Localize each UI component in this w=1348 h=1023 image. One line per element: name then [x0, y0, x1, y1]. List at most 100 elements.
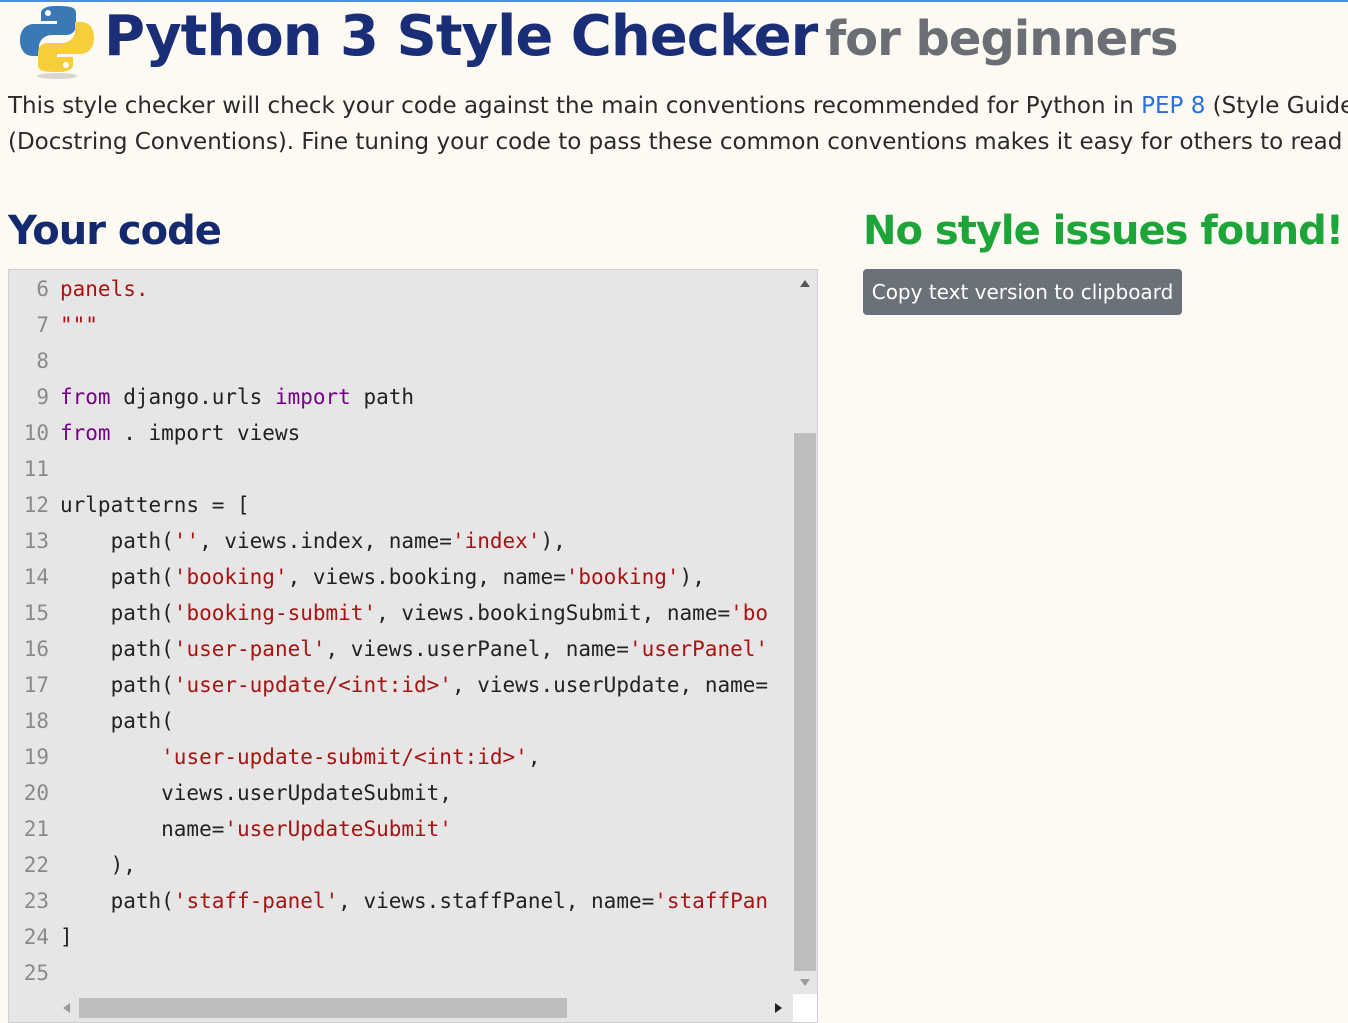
intro-line-1: This style checker will check your code … [8, 88, 1348, 124]
your-code-heading: Your code [8, 208, 222, 254]
horizontal-scrollbar-thumb[interactable] [79, 998, 567, 1018]
code-line[interactable]: 11 [9, 451, 793, 487]
string-token: panels. [60, 277, 149, 301]
code-token: path [350, 385, 415, 409]
line-code: from django.urls import path [60, 379, 414, 415]
scroll-down-arrow-icon[interactable] [800, 979, 810, 986]
python-logo-icon [20, 6, 94, 79]
code-line[interactable]: 17 path('user-update/<int:id>', views.us… [9, 667, 793, 703]
code-line[interactable]: 14 path('booking', views.booking, name='… [9, 559, 793, 595]
line-number: 18 [23, 709, 49, 733]
code-line[interactable]: 10 from . import views [9, 415, 793, 451]
code-line[interactable]: 6 panels. [9, 271, 793, 307]
line-number: 21 [23, 817, 49, 841]
string-token: 'bo [730, 601, 769, 625]
string-token: 'user-update/<int:id>' [173, 673, 452, 697]
line-code: """ [60, 307, 98, 343]
code-token: , views.bookingSubmit, name= [376, 601, 731, 625]
code-line[interactable]: 16 path('user-panel', views.userPanel, n… [9, 631, 793, 667]
line-number: 25 [23, 961, 49, 985]
line-number: 10 [23, 421, 49, 445]
line-number: 13 [23, 529, 49, 553]
code-line[interactable]: 13 path('', views.index, name='index'), [9, 523, 793, 559]
code-token: views.userUpdateSubmit, [60, 781, 452, 805]
code-token: path( [60, 673, 174, 697]
scroll-left-arrow-icon[interactable] [63, 1003, 70, 1013]
string-token: 'staffPan [654, 889, 769, 913]
line-code: path('booking', views.booking, name='boo… [60, 559, 705, 595]
keyword-token: from [60, 385, 111, 409]
string-token: 'userUpdateSubmit' [224, 817, 452, 841]
line-number: 24 [23, 925, 49, 949]
line-number: 14 [23, 565, 49, 589]
pep8-link[interactable]: PEP 8 [1141, 93, 1205, 119]
code-line[interactable]: 15 path('booking-submit', views.bookingS… [9, 595, 793, 631]
line-number: 8 [36, 349, 49, 373]
line-code: path('user-panel', views.userPanel, name… [60, 631, 768, 667]
scrollbar-corner [793, 994, 817, 1022]
code-line[interactable]: 24] [9, 919, 793, 955]
code-line[interactable]: 18 path( [9, 703, 793, 739]
string-token: 'index' [451, 529, 541, 553]
scroll-up-arrow-icon[interactable] [800, 280, 810, 287]
line-code: views.userUpdateSubmit, [60, 775, 452, 811]
code-line[interactable]: 23 path('staff-panel', views.staffPanel,… [9, 883, 793, 919]
line-number: 11 [23, 457, 49, 481]
code-token: name= [60, 817, 225, 841]
code-token: , views.userUpdate, name= [451, 673, 769, 697]
line-number: 19 [23, 745, 49, 769]
code-token: path( [60, 601, 174, 625]
intro-line-1-end: (Style Guide for [1212, 93, 1348, 119]
code-line[interactable]: 12 urlpatterns = [ [9, 487, 793, 523]
title-subtitle: for beginners [825, 11, 1178, 67]
line-number: 9 [36, 385, 49, 409]
code-line[interactable]: 7 """ [9, 307, 793, 343]
string-token: """ [60, 313, 98, 337]
code-token: , views.booking, name= [287, 565, 566, 589]
vertical-scrollbar-thumb[interactable] [794, 433, 816, 971]
code-line[interactable]: 9 from django.urls import path [9, 379, 793, 415]
line-number: 22 [23, 853, 49, 877]
line-number: 16 [23, 637, 49, 661]
keyword-token: from [60, 421, 111, 445]
intro-text: This style checker will check your code … [8, 88, 1348, 162]
page-title: Python 3 Style Checker for beginners [104, 2, 1178, 72]
code-line[interactable]: 8 [9, 343, 793, 379]
code-token: , views.index, name= [199, 529, 452, 553]
line-code: ), [60, 847, 136, 883]
scroll-right-arrow-icon[interactable] [775, 1003, 782, 1013]
line-code: path( [60, 703, 174, 739]
line-code: urlpatterns = [ [60, 487, 250, 523]
line-number: 15 [23, 601, 49, 625]
code-line[interactable]: 25 [9, 955, 793, 991]
code-line[interactable]: 19 'user-update-submit/<int:id>', [9, 739, 793, 775]
line-number: 7 [36, 313, 49, 337]
line-number: 6 [36, 277, 49, 301]
code-token: , [527, 745, 541, 769]
line-code: 'user-update-submit/<int:id>', [60, 739, 540, 775]
title-main: Python 3 Style Checker [104, 4, 818, 69]
code-editor[interactable]: 6 panels. 7 """ 8 9 from django.urls import pa… [8, 269, 818, 1023]
code-token: ), [60, 853, 136, 877]
code-token: path( [60, 709, 174, 733]
code-line[interactable]: 22 ), [9, 847, 793, 883]
code-token: path( [60, 565, 174, 589]
code-token: , views.staffPanel, name= [338, 889, 655, 913]
result-heading: No style issues found! [863, 208, 1344, 254]
copy-to-clipboard-button[interactable]: Copy text version to clipboard [863, 269, 1182, 315]
line-code: path('user-update/<int:id>', views.userU… [60, 667, 768, 703]
code-token: , views.userPanel, name= [325, 637, 629, 661]
code-token: path( [60, 529, 174, 553]
line-code: from . import views [60, 415, 300, 451]
string-token: 'user-panel' [173, 637, 326, 661]
code-line[interactable]: 21 name='userUpdateSubmit' [9, 811, 793, 847]
code-token: ] [60, 925, 73, 949]
string-token: 'booking' [565, 565, 680, 589]
code-lines[interactable]: 6 panels. 7 """ 8 9 from django.urls import pa… [9, 270, 793, 994]
line-code: path('', views.index, name='index'), [60, 523, 566, 559]
code-token: urlpatterns = [ [60, 493, 250, 517]
code-token: django.urls [110, 385, 275, 409]
line-number: 23 [23, 889, 49, 913]
code-line[interactable]: 20 views.userUpdateSubmit, [9, 775, 793, 811]
